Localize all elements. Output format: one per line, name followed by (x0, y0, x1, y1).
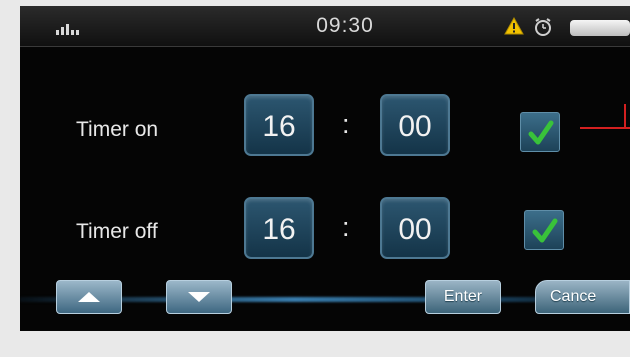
annotation-line (580, 127, 630, 129)
timer-on-checkbox[interactable] (520, 112, 560, 152)
alarm-clock-icon (533, 16, 553, 43)
battery-icon (570, 20, 630, 36)
down-button[interactable] (166, 280, 232, 314)
button-bar: Enter Cance (20, 276, 630, 331)
enter-button[interactable]: Enter (425, 280, 501, 314)
checkmark-icon (532, 218, 558, 243)
warning-icon (504, 16, 524, 40)
timer-on-hour-field[interactable]: 16 (244, 94, 314, 156)
checkmark-icon (528, 120, 554, 145)
timer-on-separator: : (342, 109, 350, 139)
status-bar: 09:30 (20, 6, 630, 47)
timer-off-hour-field[interactable]: 16 (244, 197, 314, 259)
timer-on-label: Timer on (76, 118, 159, 141)
device-screen: 09:30 Timer on 16 : 00 Timer off 16: 00… (20, 6, 630, 331)
up-button[interactable] (56, 280, 122, 314)
arrow-down-icon (188, 292, 210, 302)
timer-off-label: Timer off (76, 220, 158, 243)
timer-off-separator: : (342, 212, 350, 242)
timer-off-checkbox[interactable] (524, 210, 564, 250)
timer-on-minute-field[interactable]: 00 (380, 94, 450, 156)
cancel-button[interactable]: Cance (535, 280, 630, 314)
timer-off-minute-field[interactable]: 00 (380, 197, 450, 259)
arrow-up-icon (78, 292, 100, 302)
annotation-line-vertical (624, 104, 626, 128)
